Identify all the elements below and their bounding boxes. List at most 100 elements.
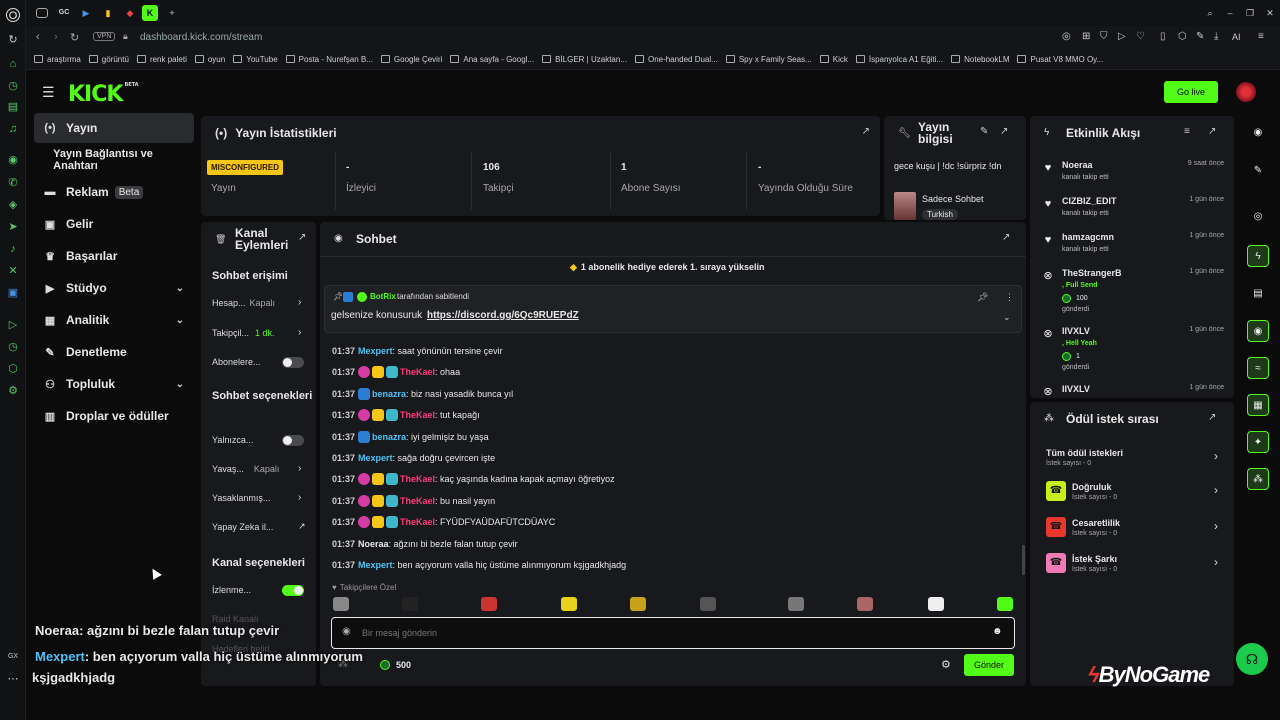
nav-item-1[interactable]: Yayın Bağlantısı ve Anahtarı: [34, 145, 194, 175]
back-icon[interactable]: ‹: [36, 31, 40, 43]
message-user[interactable]: Mexpert: [358, 560, 393, 570]
camera-icon[interactable]: ◎: [1062, 31, 1071, 42]
heart-outline-icon[interactable]: ♡: [1136, 31, 1145, 42]
extensions-icon[interactable]: ⬡: [6, 362, 20, 376]
nav-item-0[interactable]: (•) Yayın: [34, 113, 194, 143]
bookmark-item[interactable]: Posta - Nurefşan B...: [285, 50, 373, 69]
emoji-icon[interactable]: ☻: [992, 626, 1003, 637]
nav-item-4[interactable]: ♛ Başarılar: [34, 241, 194, 271]
wrench-icon[interactable]: ✦: [1247, 431, 1269, 453]
shield-icon[interactable]: ⛉: [1100, 31, 1108, 42]
chat-icon[interactable]: ◉: [6, 153, 20, 167]
bookmark-item[interactable]: BİLGER | Uzaktan...: [542, 50, 627, 69]
only-toggle[interactable]: [282, 435, 304, 446]
chat-icon[interactable]: ◉: [1247, 320, 1269, 342]
message-user[interactable]: TheKael: [400, 367, 435, 377]
chevron-right-icon[interactable]: ›: [1214, 483, 1218, 497]
menu-icon[interactable]: ≡: [1258, 31, 1264, 42]
discord-icon[interactable]: ◈: [6, 198, 20, 212]
emote-icon[interactable]: [997, 597, 1013, 611]
search-icon[interactable]: ⌕: [1202, 5, 1218, 21]
user-icon[interactable]: ◉: [1247, 122, 1269, 144]
more-options-icon[interactable]: ⋮: [1005, 292, 1014, 303]
popout-icon[interactable]: ↗: [298, 232, 306, 243]
lightning-icon[interactable]: ϟ: [1247, 245, 1269, 267]
bookmark-item[interactable]: NotebookLM: [951, 50, 1009, 69]
tiktok-icon[interactable]: ♪: [6, 242, 20, 256]
filter-icon[interactable]: ≡: [1184, 126, 1190, 137]
history-icon[interactable]: ◷: [6, 340, 20, 354]
chevron-right-icon[interactable]: ›: [1214, 519, 1218, 533]
tab-kick-icon[interactable]: K: [142, 5, 158, 21]
chevron-down-icon[interactable]: ⌄: [1003, 312, 1011, 323]
chevron-down-icon[interactable]: ⌄: [176, 315, 184, 326]
bookmark-item[interactable]: YouTube: [233, 50, 278, 69]
nav-item-6[interactable]: ▦ Analitik ⌄: [34, 305, 194, 335]
download-icon[interactable]: ⤓: [1214, 31, 1218, 42]
reward-item[interactable]: ☎ Doğruluk İstek sayısı - 0 ›: [1046, 481, 1220, 507]
reward-icon[interactable]: ⁂: [1247, 468, 1269, 490]
play-icon[interactable]: ▷: [6, 318, 20, 332]
reward-item[interactable]: ☎ İstek Şarkı İstek sayısı - 0 ›: [1046, 553, 1220, 579]
nav-item-5[interactable]: ▶ Stüdyo ⌄: [34, 273, 194, 303]
reward-item[interactable]: Tüm ödül istekleri İstek sayısı - 0 ›: [1046, 447, 1220, 473]
chat-input-box[interactable]: ◉ ☻: [331, 617, 1015, 649]
hamburger-menu-icon[interactable]: ☰: [42, 84, 55, 101]
popout-icon[interactable]: ↗: [1208, 412, 1216, 423]
nav-item-3[interactable]: ▣ Gelir: [34, 209, 194, 239]
message-user[interactable]: TheKael: [400, 410, 435, 420]
gx-label[interactable]: GX: [6, 650, 20, 664]
chevron-right-icon[interactable]: ›: [1214, 555, 1218, 569]
popout-icon[interactable]: ↗: [1208, 126, 1216, 137]
chevron-right-icon[interactable]: ›: [298, 492, 301, 503]
bookmark-item[interactable]: araştırma: [34, 50, 81, 69]
pencil-icon[interactable]: ✎: [1196, 31, 1204, 42]
chevron-down-icon[interactable]: ⌄: [176, 283, 184, 294]
puzzle-icon[interactable]: ⬡: [1178, 31, 1187, 42]
bookmark-item[interactable]: Spy x Family Seas...: [725, 50, 812, 69]
tab-game-icon[interactable]: ◆: [122, 5, 138, 21]
bookmark-item[interactable]: görüntü: [88, 50, 129, 69]
chevron-right-icon[interactable]: ›: [1214, 449, 1218, 463]
slow-mode-option[interactable]: Yavaş... Kapalı: [212, 464, 279, 474]
refresh-icon[interactable]: ↻: [6, 33, 20, 47]
player-icon[interactable]: ▷: [1118, 31, 1126, 42]
activity-event[interactable]: ⊗ IIVXLV 1 gün önce , Hell Yeah 1 gönderdi: [1040, 326, 1226, 376]
chevron-right-icon[interactable]: ›: [298, 463, 301, 474]
account-age-option[interactable]: Hesap... Kapalı: [212, 298, 275, 308]
message-user[interactable]: Mexpert: [358, 453, 393, 463]
edit-icon[interactable]: ✎: [980, 126, 988, 137]
tab-icon-workspace[interactable]: [36, 8, 48, 18]
new-tab-icon[interactable]: +: [164, 5, 180, 21]
ai-button[interactable]: AI: [1232, 32, 1241, 42]
chevron-right-icon[interactable]: ›: [298, 327, 301, 338]
whatsapp-icon[interactable]: ✆: [6, 176, 20, 190]
bookmark-item[interactable]: One-handed Dual...: [634, 50, 718, 69]
popout-icon[interactable]: ↗: [1000, 126, 1008, 137]
tab-chart-icon[interactable]: ▮: [100, 5, 116, 21]
app-icon[interactable]: ▣: [6, 286, 20, 300]
bookmark-icon[interactable]: ⊞: [1082, 31, 1090, 42]
ai-moderation-option[interactable]: Yapay Zeka il...: [212, 522, 273, 532]
chat-input[interactable]: [362, 625, 962, 641]
bookmark-item[interactable]: Ana sayfa - Googl...: [450, 50, 534, 69]
nav-item-7[interactable]: ✎ Denetleme: [34, 337, 194, 367]
chat-scrollbar[interactable]: [1022, 545, 1025, 575]
activity-event[interactable]: ⊗ IIVXLV 1 gün önce: [1040, 384, 1226, 398]
nav-item-2[interactable]: ▬ Reklam Beta: [34, 177, 194, 207]
maximize-icon[interactable]: ❐: [1242, 5, 1258, 21]
layout-icon[interactable]: ▦: [1247, 394, 1269, 416]
unpin-icon[interactable]: 📌︎: [977, 292, 988, 303]
emote-icon[interactable]: [700, 597, 716, 611]
popout-icon[interactable]: ↗: [862, 126, 870, 137]
avatar[interactable]: [1236, 82, 1256, 102]
emote-icon[interactable]: [561, 597, 577, 611]
reload-icon[interactable]: ↻: [70, 31, 79, 44]
music-icon[interactable]: ♫: [6, 122, 20, 136]
send-button[interactable]: Gönder: [964, 654, 1014, 676]
clock-icon[interactable]: ◷: [6, 79, 20, 93]
reward-item[interactable]: ☎ Cesaretlilik İstek sayısı - 0 ›: [1046, 517, 1220, 543]
watch-toggle[interactable]: [282, 585, 304, 596]
message-user[interactable]: benazra: [372, 432, 406, 442]
page-icon[interactable]: ▯: [1160, 31, 1166, 42]
